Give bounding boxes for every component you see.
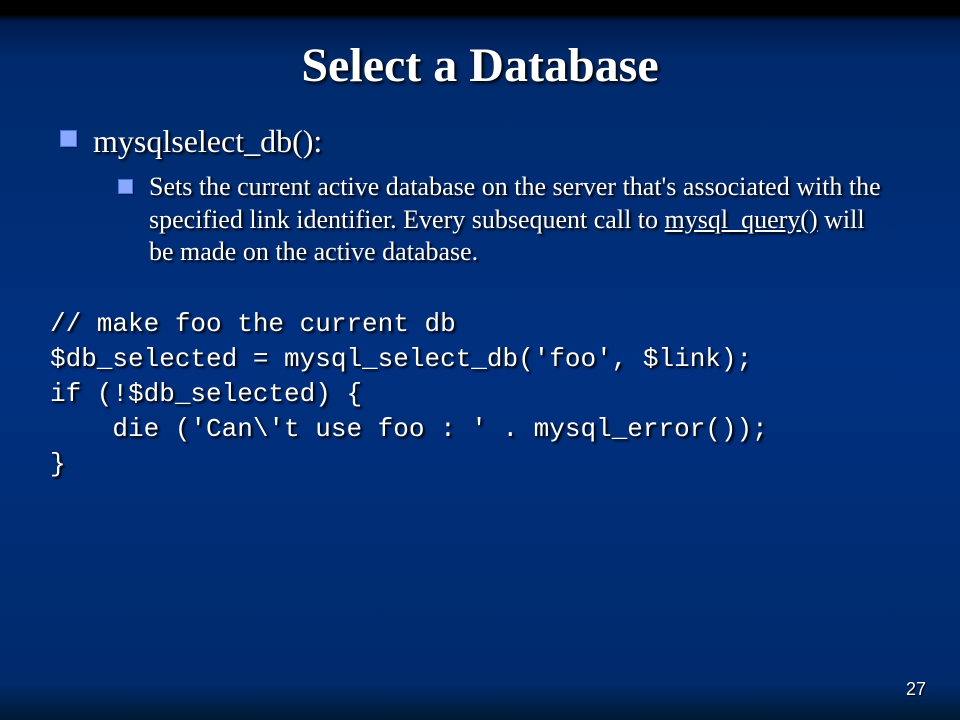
mysql-query-link[interactable]: mysql_query() xyxy=(665,205,818,234)
bullet-level1: mysqlselect_db(): xyxy=(60,121,912,161)
page-number: 27 xyxy=(906,679,926,700)
bullet-l1-text: mysqlselect_db(): xyxy=(93,121,322,161)
bullet-square-icon xyxy=(118,179,133,194)
slide-title: Select a Database xyxy=(48,38,912,93)
slide-body: Select a Database mysqlselect_db(): Sets… xyxy=(0,0,960,720)
bullet-square-icon xyxy=(60,130,77,147)
bullet-l2-text: Sets the current active database on the … xyxy=(149,171,882,269)
bullet-level2: Sets the current active database on the … xyxy=(118,171,882,269)
code-block: // make foo the current db $db_selected … xyxy=(50,307,912,482)
